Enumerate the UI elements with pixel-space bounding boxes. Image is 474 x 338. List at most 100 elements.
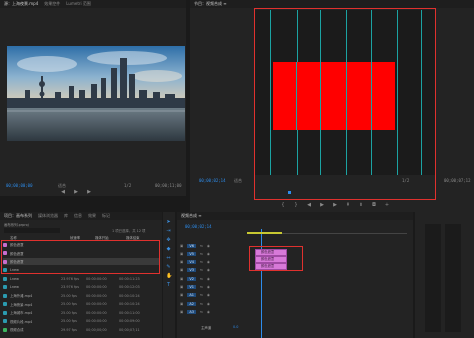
ripple-edit-tool-icon[interactable]: ✥	[166, 238, 171, 243]
step-back-icon[interactable]: ◀	[60, 189, 66, 195]
project-search-input[interactable]	[4, 228, 60, 233]
extract-icon[interactable]: ⇟	[358, 202, 364, 208]
tab-sequence[interactable]: 视频合成 ≡	[181, 213, 202, 219]
tab-effect-controls[interactable]: 效果控件	[44, 1, 60, 7]
play-icon[interactable]: ▶	[319, 202, 325, 208]
step-forward-icon[interactable]: ▶	[332, 202, 338, 208]
lock-icon[interactable]: ▣	[180, 252, 183, 256]
slip-tool-icon[interactable]: ⇔	[166, 256, 171, 261]
list-item[interactable]: 上海城市.mp4 25.00 fps 00:00:00:00 00:00:11:00	[3, 309, 159, 316]
label-color-swatch[interactable]	[3, 327, 7, 332]
track-select-tool-icon[interactable]: ⇥	[166, 229, 171, 234]
program-zoom-dropdown[interactable]: 1/2	[402, 178, 409, 183]
source-timecode-in[interactable]: 00;00;00;00	[6, 183, 33, 188]
tab-markers[interactable]: 标记	[102, 213, 110, 219]
program-fit-dropdown[interactable]: 适合	[234, 178, 242, 184]
track-header[interactable]: ▣ V6 ⇋ ◉	[177, 242, 247, 249]
list-item[interactable]: Lnew 23.976 fps 00:00:00:00 00:00:11:23	[3, 275, 159, 282]
list-item[interactable]: Lnew 23.976 fps 00:00:00:00 00:00:12:03	[3, 284, 159, 291]
play-icon[interactable]: ▶	[73, 189, 79, 195]
lift-icon[interactable]: ⇞	[345, 202, 351, 208]
tab-source[interactable]: 源：上海夜景.mp4	[4, 1, 38, 7]
lock-icon[interactable]: ▣	[180, 302, 183, 306]
sync-lock-icon[interactable]: ⇋	[200, 268, 203, 272]
label-color-swatch[interactable]	[3, 285, 7, 289]
track-header[interactable]: ▣ V2 ⇋ ◉	[177, 275, 247, 282]
track-label[interactable]: A2	[187, 301, 196, 306]
eye-icon[interactable]: ◉	[207, 268, 210, 272]
lock-icon[interactable]: ▣	[180, 310, 183, 314]
label-color-swatch[interactable]	[3, 302, 7, 306]
pen-tool-icon[interactable]: ✎	[166, 265, 171, 270]
selection-tool-icon[interactable]: ➤	[166, 220, 171, 225]
mark-in-icon[interactable]: {	[280, 202, 286, 208]
master-volume-value[interactable]: 0.0	[233, 325, 238, 329]
eye-icon[interactable]: ◉	[207, 285, 210, 289]
add-button-icon[interactable]: +	[384, 202, 390, 208]
label-color-swatch[interactable]	[3, 319, 7, 323]
program-playhead-marker[interactable]	[288, 191, 291, 194]
tab-info[interactable]: 信息	[74, 213, 82, 219]
track-label[interactable]: A3	[187, 309, 196, 314]
tab-project[interactable]: 项目：画布系列	[4, 213, 32, 219]
timeline-timecode[interactable]: 00;00;02;14	[185, 224, 212, 229]
track-label[interactable]: V6	[187, 243, 196, 248]
eye-icon[interactable]: ◉	[207, 244, 210, 248]
track-header[interactable]: ▣ V1 ⇋ ◉	[177, 284, 247, 291]
lock-icon[interactable]: ▣	[180, 293, 183, 297]
eye-icon[interactable]: ◉	[207, 293, 210, 297]
lock-icon[interactable]: ▣	[180, 268, 183, 272]
eye-icon[interactable]: ◉	[207, 302, 210, 306]
tab-program[interactable]: 节目：视频合成 ≡	[194, 1, 227, 7]
tab-media-browser[interactable]: 媒体浏览器	[38, 213, 58, 219]
sync-lock-icon[interactable]: ⇋	[200, 277, 203, 281]
sync-lock-icon[interactable]: ⇋	[200, 252, 203, 256]
track-label[interactable]: A1	[187, 293, 196, 298]
track-label[interactable]: V5	[187, 251, 196, 256]
step-forward-icon[interactable]: ▶	[86, 189, 92, 195]
sync-lock-icon[interactable]: ⇋	[200, 244, 203, 248]
tab-lumetri-scopes[interactable]: Lumetri 范围	[66, 1, 91, 7]
eye-icon[interactable]: ◉	[207, 310, 210, 314]
sync-lock-icon[interactable]: ⇋	[200, 285, 203, 289]
track-header[interactable]: ▣ A1 ⇋ ◉	[177, 292, 247, 299]
lock-icon[interactable]: ▣	[180, 277, 183, 281]
track-label[interactable]: V4	[187, 260, 196, 265]
work-area-bar[interactable]	[247, 232, 282, 234]
sync-lock-icon[interactable]: ⇋	[200, 293, 203, 297]
list-item[interactable]: 上海夜景.mp4 25.00 fps 00:00:00:00 00:00:10:24	[3, 301, 159, 308]
type-tool-icon[interactable]: T	[166, 283, 171, 288]
lock-icon[interactable]: ▣	[180, 285, 183, 289]
track-header[interactable]: ▣ A2 ⇋ ◉	[177, 300, 247, 307]
track-label[interactable]: V3	[187, 268, 196, 273]
label-color-swatch[interactable]	[3, 276, 7, 281]
razor-tool-icon[interactable]: ◆	[166, 247, 171, 252]
eye-icon[interactable]: ◉	[207, 260, 210, 264]
label-color-swatch[interactable]	[3, 293, 7, 298]
track-label[interactable]: V2	[187, 276, 196, 281]
track-header[interactable]: ▣ V3 ⇋ ◉	[177, 267, 247, 274]
track-header[interactable]: ▣ V5 ⇋ ◉	[177, 250, 247, 257]
tab-effects[interactable]: 效果	[88, 213, 96, 219]
sync-lock-icon[interactable]: ⇋	[200, 310, 203, 314]
lock-icon[interactable]: ▣	[180, 260, 183, 264]
sync-lock-icon[interactable]: ⇋	[200, 260, 203, 264]
eye-icon[interactable]: ◉	[207, 252, 210, 256]
track-header[interactable]: ▣ A3 ⇋ ◉	[177, 308, 247, 315]
sync-lock-icon[interactable]: ⇋	[200, 302, 203, 306]
step-back-icon[interactable]: ◀	[306, 202, 312, 208]
list-item[interactable]: 视频片段.mp4 25.00 fps 00:00:00:00 00:00:09:00	[3, 318, 159, 325]
track-header[interactable]: ▣ V4 ⇋ ◉	[177, 259, 247, 266]
track-label[interactable]: V1	[187, 285, 196, 289]
lock-icon[interactable]: ▣	[180, 244, 183, 248]
list-item[interactable]: 视频合成 29.97 fps 00;00;00;00 00;00;07;11	[3, 326, 159, 333]
list-item[interactable]: 上海外滩.mp4 25.00 fps 00:00:00:00 00:00:10:24	[3, 292, 159, 299]
hand-tool-icon[interactable]: ✋	[166, 274, 172, 279]
export-frame-icon[interactable]: ◘	[371, 202, 377, 208]
mark-out-icon[interactable]: }	[293, 202, 299, 208]
label-color-swatch[interactable]	[3, 310, 7, 315]
tab-libraries[interactable]: 库	[64, 213, 68, 219]
source-zoom-dropdown[interactable]: 1/2	[124, 183, 131, 188]
eye-icon[interactable]: ◉	[207, 277, 210, 281]
program-timecode[interactable]: 00;00;02;14	[199, 178, 226, 183]
